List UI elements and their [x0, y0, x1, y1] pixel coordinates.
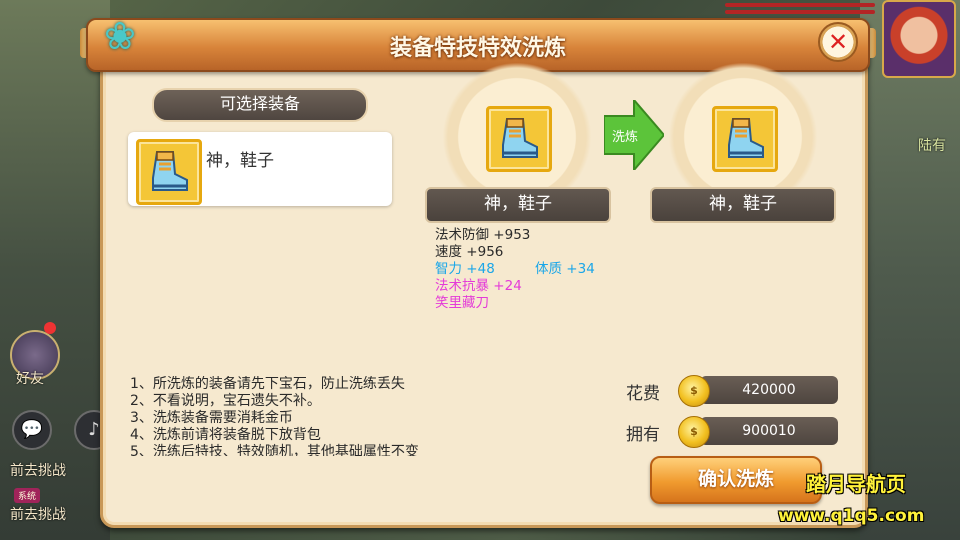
instruction-line: 3、洗炼装备需要消耗金币	[130, 410, 293, 426]
boots-icon[interactable]	[712, 106, 778, 172]
notification-dot	[44, 322, 56, 334]
stat-row-3: 智力 +48 体质 +34	[435, 261, 595, 278]
instruction-line: 4、洗炼前请将装备脱下放背包	[130, 427, 321, 443]
gold-coin-icon: $	[678, 375, 710, 407]
stat-special-skill: 笑里藏刀	[435, 295, 489, 311]
game-scene-left	[0, 0, 110, 540]
instruction-line: 1、所洗炼的装备请先下宝石，防止洗练丢失	[130, 376, 405, 392]
dialog-title: 装备特技特效洗炼	[389, 36, 566, 61]
friend-label: 好友	[16, 371, 44, 387]
stat-speed: 速度 +956	[435, 244, 504, 260]
selectable-equipment-header: 可选择装备	[152, 88, 368, 122]
own-label: 拥有	[626, 425, 660, 445]
challenge-text-2[interactable]: 前去挑战	[10, 504, 66, 524]
boots-icon	[136, 139, 202, 205]
equipment-list-item[interactable]: 神，鞋子	[128, 132, 392, 206]
player-portrait[interactable]	[882, 0, 956, 78]
stat-intelligence: 智力 +48	[435, 261, 495, 277]
close-button[interactable]: ✕	[818, 22, 858, 62]
boots-icon[interactable]	[486, 106, 552, 172]
right-side-text: 陆有	[918, 138, 946, 154]
stat-magic-defense: 法术防御 +953	[435, 227, 531, 243]
stat-magic-crit-resist: 法术抗暴 +24	[435, 278, 522, 294]
instruction-line: 5、洗练后特技、特效随机，其他基础属性不变	[130, 444, 419, 456]
cost-value: 420000	[700, 376, 838, 404]
watermark-title: 踏月导航页	[806, 472, 906, 496]
instructions: 1、所洗炼的装备请先下宝石，防止洗练丢失 2、不看说明，宝石遗失不补。 3、洗炼…	[130, 376, 470, 456]
cost-label: 花费	[626, 384, 660, 404]
item-stats: 法术防御 +953 速度 +956 智力 +48 体质 +34 法术抗暴 +24 …	[435, 227, 595, 312]
confirm-refine-button[interactable]: 确认洗炼	[650, 456, 822, 504]
after-item-name: 神，鞋子	[650, 187, 836, 223]
stat-constitution: 体质 +34	[535, 261, 595, 277]
system-tag: 系统	[14, 488, 41, 503]
own-value: 900010	[700, 417, 838, 445]
challenge-text-1[interactable]: 前去挑战	[10, 460, 66, 480]
dragon-ornament-icon: ❀	[104, 14, 136, 58]
game-scene-right	[860, 0, 960, 540]
before-item-name: 神，鞋子	[425, 187, 611, 223]
arrow-label: 洗炼	[612, 130, 639, 145]
instruction-line: 2、不看说明，宝石遗失不补。	[130, 393, 321, 409]
chat-icon[interactable]: 💬	[12, 410, 52, 450]
equipment-name: 神，鞋子	[206, 151, 274, 171]
gold-coin-icon: $	[678, 416, 710, 448]
watermark-url: www.q1q5.com	[778, 506, 925, 526]
